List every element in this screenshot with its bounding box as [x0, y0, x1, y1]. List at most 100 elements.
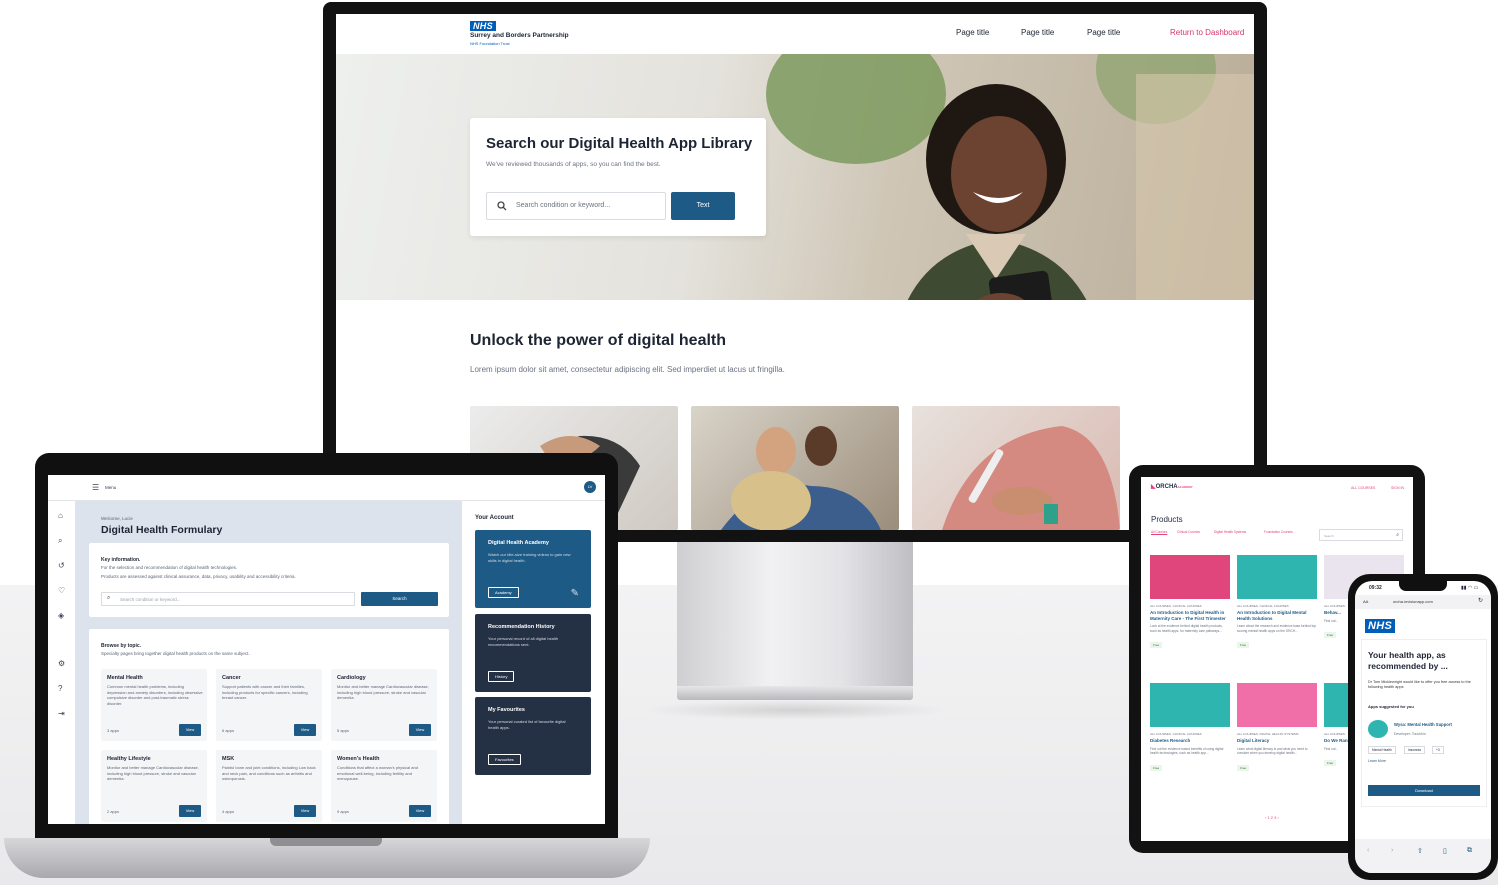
formulary-main: Welcome, Lucie Digital Health Formulary …: [76, 501, 462, 824]
share-icon[interactable]: ⇧: [1417, 847, 1423, 855]
product-price-tag: Free: [1324, 632, 1337, 638]
help-icon[interactable]: ?: [58, 684, 62, 693]
topic-view-button[interactable]: View: [409, 724, 431, 736]
formulary-search-button[interactable]: Search: [361, 592, 438, 606]
account-card-title: Recommendation History: [488, 624, 555, 630]
learn-more-link[interactable]: Learn More: [1368, 759, 1386, 763]
history-icon[interactable]: ↺: [58, 561, 65, 570]
academy-button[interactable]: Academy: [488, 587, 519, 598]
topic-view-button[interactable]: View: [179, 805, 201, 817]
topic-desc: Common mental health problems, including…: [107, 684, 203, 706]
gear-icon[interactable]: ⚙: [58, 659, 65, 668]
search-submit-button[interactable]: Text: [671, 192, 735, 220]
wysa-app-icon: [1368, 720, 1388, 738]
nav-link-3[interactable]: Page title: [1087, 28, 1120, 37]
topic-name: Healthy Lifestyle: [107, 756, 151, 762]
product-desc: Learn what digital literacy is and what …: [1237, 746, 1308, 756]
logout-icon[interactable]: ⇥: [58, 709, 65, 718]
browse-topics-card: Browse by topic. Specialty pages bring t…: [89, 629, 449, 824]
search-icon[interactable]: ⌕: [58, 536, 62, 546]
formulary-search-input[interactable]: ⌕ Search condition or keyword...: [101, 592, 355, 606]
products-heading: Products: [1151, 515, 1183, 524]
topic-card[interactable]: Cardiology Monitor and better manage Car…: [331, 669, 437, 741]
academy-icon[interactable]: ◈: [58, 611, 64, 620]
sign-in-link[interactable]: SIGN IN: [1391, 486, 1404, 490]
heart-icon[interactable]: ♡: [58, 586, 65, 595]
product-thumbnail: [1237, 555, 1317, 599]
topic-view-button[interactable]: View: [179, 724, 201, 736]
product-title: An Introduction to Digital Mental Health…: [1237, 610, 1307, 621]
product-desc: Learn about the research and evidence ba…: [1237, 624, 1317, 633]
favourites-card[interactable]: My Favourites Your personal curated list…: [475, 697, 591, 775]
topic-desc: Monitor and better manage Cardiovascular…: [107, 765, 199, 781]
url-text: orcha.invisionapp.com: [1393, 599, 1433, 604]
laptop-screen: ☰ Menu LV ⌂ ⌕ ↺ ♡ ◈ ⚙ ? ⇥ Welcome, Lucie…: [48, 475, 605, 824]
orcha-brand: ORCHA: [1155, 484, 1178, 490]
product-desc: Find out the evidence based benefits of …: [1150, 746, 1224, 756]
account-card-title: My Favourites: [488, 707, 525, 713]
return-to-dashboard-link[interactable]: Return to Dashboard: [1170, 28, 1244, 37]
history-card[interactable]: Recommendation History Your personal rec…: [475, 614, 591, 692]
filter-all-courses[interactable]: All Courses: [1151, 530, 1167, 534]
filter-digital-health-systems[interactable]: Digital Health Systems: [1214, 530, 1246, 534]
forward-icon[interactable]: ›: [1391, 847, 1393, 854]
orcha-logo[interactable]: ◣ORCHAACADEMY: [1151, 483, 1193, 490]
topic-desc: Conditions that affect a woman's physica…: [337, 765, 418, 781]
topic-card[interactable]: Healthy Lifestyle Monitor and better man…: [101, 750, 207, 822]
browse-text: Specialty pages bring together digital h…: [101, 651, 250, 656]
topic-count: 2 apps: [107, 809, 120, 814]
reload-icon[interactable]: ↻: [1478, 597, 1483, 604]
topic-card[interactable]: Cancer Support patients with cancer and …: [216, 669, 322, 741]
user-avatar[interactable]: LV: [584, 481, 596, 493]
topic-count: 9 apps: [337, 809, 350, 814]
topic-card[interactable]: Mental Health Common mental health probl…: [101, 669, 207, 741]
topic-count: 4 apps: [222, 809, 235, 814]
topic-count: 5 apps: [337, 728, 350, 733]
topic-view-button[interactable]: View: [294, 805, 316, 817]
favourites-button[interactable]: Favourites: [488, 754, 521, 765]
monitor-stand-shadow: [640, 700, 950, 720]
nav-link-2[interactable]: Page title: [1021, 28, 1054, 37]
product-card[interactable]: ALL COURSES, CLINICAL COURSES Diabetes R…: [1150, 683, 1230, 774]
download-button[interactable]: Download: [1368, 785, 1480, 796]
site-header: NHS Surrey and Borders Partnership NHS F…: [336, 14, 1254, 54]
hamburger-menu-icon[interactable]: ☰: [92, 483, 99, 492]
home-icon[interactable]: ⌂: [58, 511, 63, 520]
hero-subtitle: We've reviewed thousands of apps, so you…: [486, 161, 661, 168]
browser-address-bar[interactable]: AA orcha.invisionapp.com ↻: [1355, 595, 1491, 609]
product-title: Digital Literacy: [1237, 738, 1270, 743]
product-card[interactable]: ALL COURSES, CLINICAL COURSES An Introdu…: [1150, 555, 1230, 651]
all-courses-link[interactable]: ALL COURSES: [1351, 486, 1375, 490]
topic-view-button[interactable]: View: [294, 724, 316, 736]
pagination[interactable]: ‹ 1 2 3 ›: [1265, 815, 1279, 820]
topic-card[interactable]: Women's Health Conditions that affect a …: [331, 750, 437, 822]
history-button[interactable]: History: [488, 671, 515, 682]
topic-desc: Painful bone and joint conditions, inclu…: [222, 765, 316, 781]
product-category: ALL COURSES, CLINICAL COURSES: [1237, 604, 1289, 608]
product-card[interactable]: ALL COURSES, CLINICAL COURSES An Introdu…: [1237, 555, 1317, 651]
welcome-text: Welcome, Lucie: [101, 516, 133, 521]
bookmarks-icon[interactable]: ▯: [1443, 847, 1447, 855]
topic-card[interactable]: MSK Painful bone and joint conditions, i…: [216, 750, 322, 822]
logo-org-name: Surrey and Borders Partnership: [470, 32, 569, 39]
academy-card[interactable]: Digital Health Academy Watch our bite-si…: [475, 530, 591, 608]
back-icon[interactable]: ‹: [1367, 847, 1369, 854]
recommendation-intro: Dr Tom Micklewright would like to offer …: [1368, 680, 1471, 689]
tablet-search-input[interactable]: Search ⌕: [1319, 529, 1403, 541]
nhs-logo[interactable]: NHS Surrey and Borders Partnership NHS F…: [470, 21, 569, 48]
filter-clinical[interactable]: Clinical Courses: [1177, 530, 1200, 534]
app-search-input[interactable]: Search condition or keyword...: [486, 192, 666, 220]
aa-button[interactable]: AA: [1363, 599, 1368, 604]
nav-link-1[interactable]: Page title: [956, 28, 989, 37]
hero-photo-woman: [907, 84, 1087, 300]
product-card[interactable]: ALL COURSES, DIGITAL HEALTH SYSTEMS Digi…: [1237, 683, 1317, 774]
app-name[interactable]: Wysa: Mental Health Support: [1394, 722, 1452, 727]
filter-foundation[interactable]: Foundation Courses: [1264, 530, 1293, 534]
menu-label[interactable]: Menu: [105, 485, 116, 490]
tabs-icon[interactable]: ⧉: [1467, 847, 1472, 855]
tag-chip: +3: [1432, 746, 1444, 754]
search-icon: ⌕: [1396, 532, 1399, 538]
topic-name: Cardiology: [337, 675, 366, 681]
topic-view-button[interactable]: View: [409, 805, 431, 817]
search-placeholder: Search condition or keyword...: [120, 597, 181, 602]
